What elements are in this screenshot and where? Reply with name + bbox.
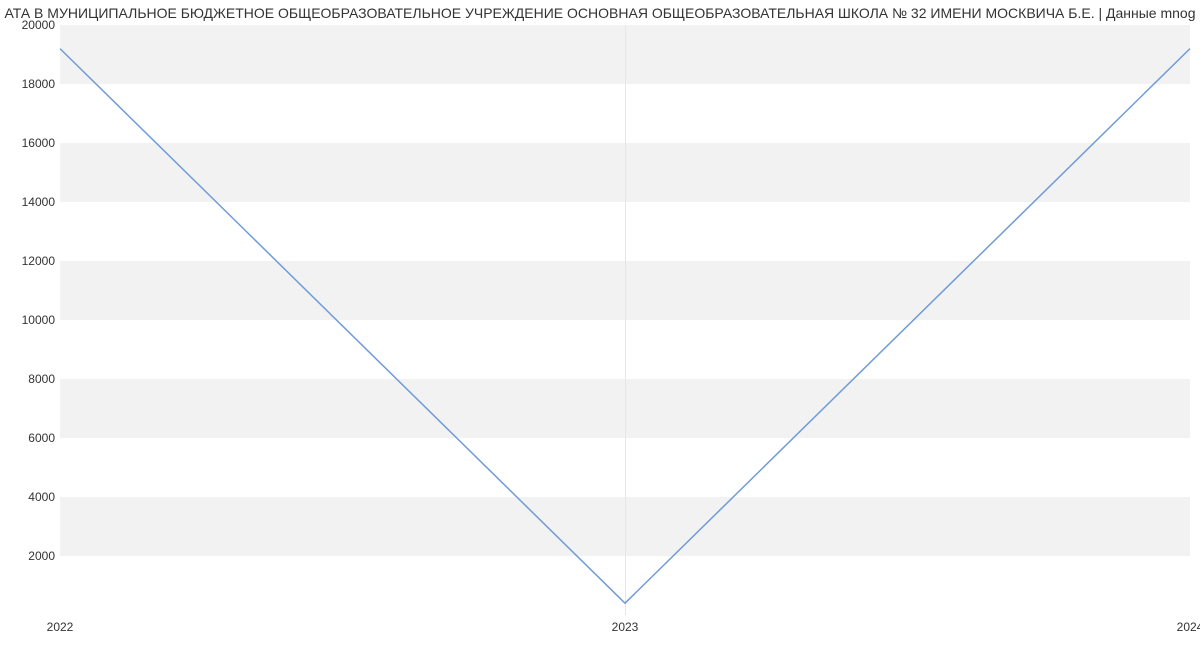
x-axis-tick: 2022: [47, 620, 74, 634]
chart-title: АТА В МУНИЦИПАЛЬНОЕ БЮДЖЕТНОЕ ОБЩЕОБРАЗО…: [0, 0, 1200, 21]
y-axis-tick: 12000: [5, 254, 55, 268]
y-axis-tick: 10000: [5, 313, 55, 327]
y-axis-tick: 2000: [5, 549, 55, 563]
y-axis-tick: 14000: [5, 195, 55, 209]
x-axis-tick: 2024: [1177, 620, 1200, 634]
y-axis-tick: 6000: [5, 431, 55, 445]
line-chart-svg: [60, 25, 1190, 615]
y-axis-tick: 20000: [5, 18, 55, 32]
chart-container: АТА В МУНИЦИПАЛЬНОЕ БЮДЖЕТНОЕ ОБЩЕОБРАЗО…: [0, 0, 1200, 650]
y-axis-tick: 18000: [5, 77, 55, 91]
data-series-line: [60, 49, 1190, 604]
plot-area: [60, 25, 1190, 615]
y-axis-tick: 8000: [5, 372, 55, 386]
y-axis-tick: 4000: [5, 490, 55, 504]
y-axis-tick: 16000: [5, 136, 55, 150]
x-axis-tick: 2023: [612, 620, 639, 634]
